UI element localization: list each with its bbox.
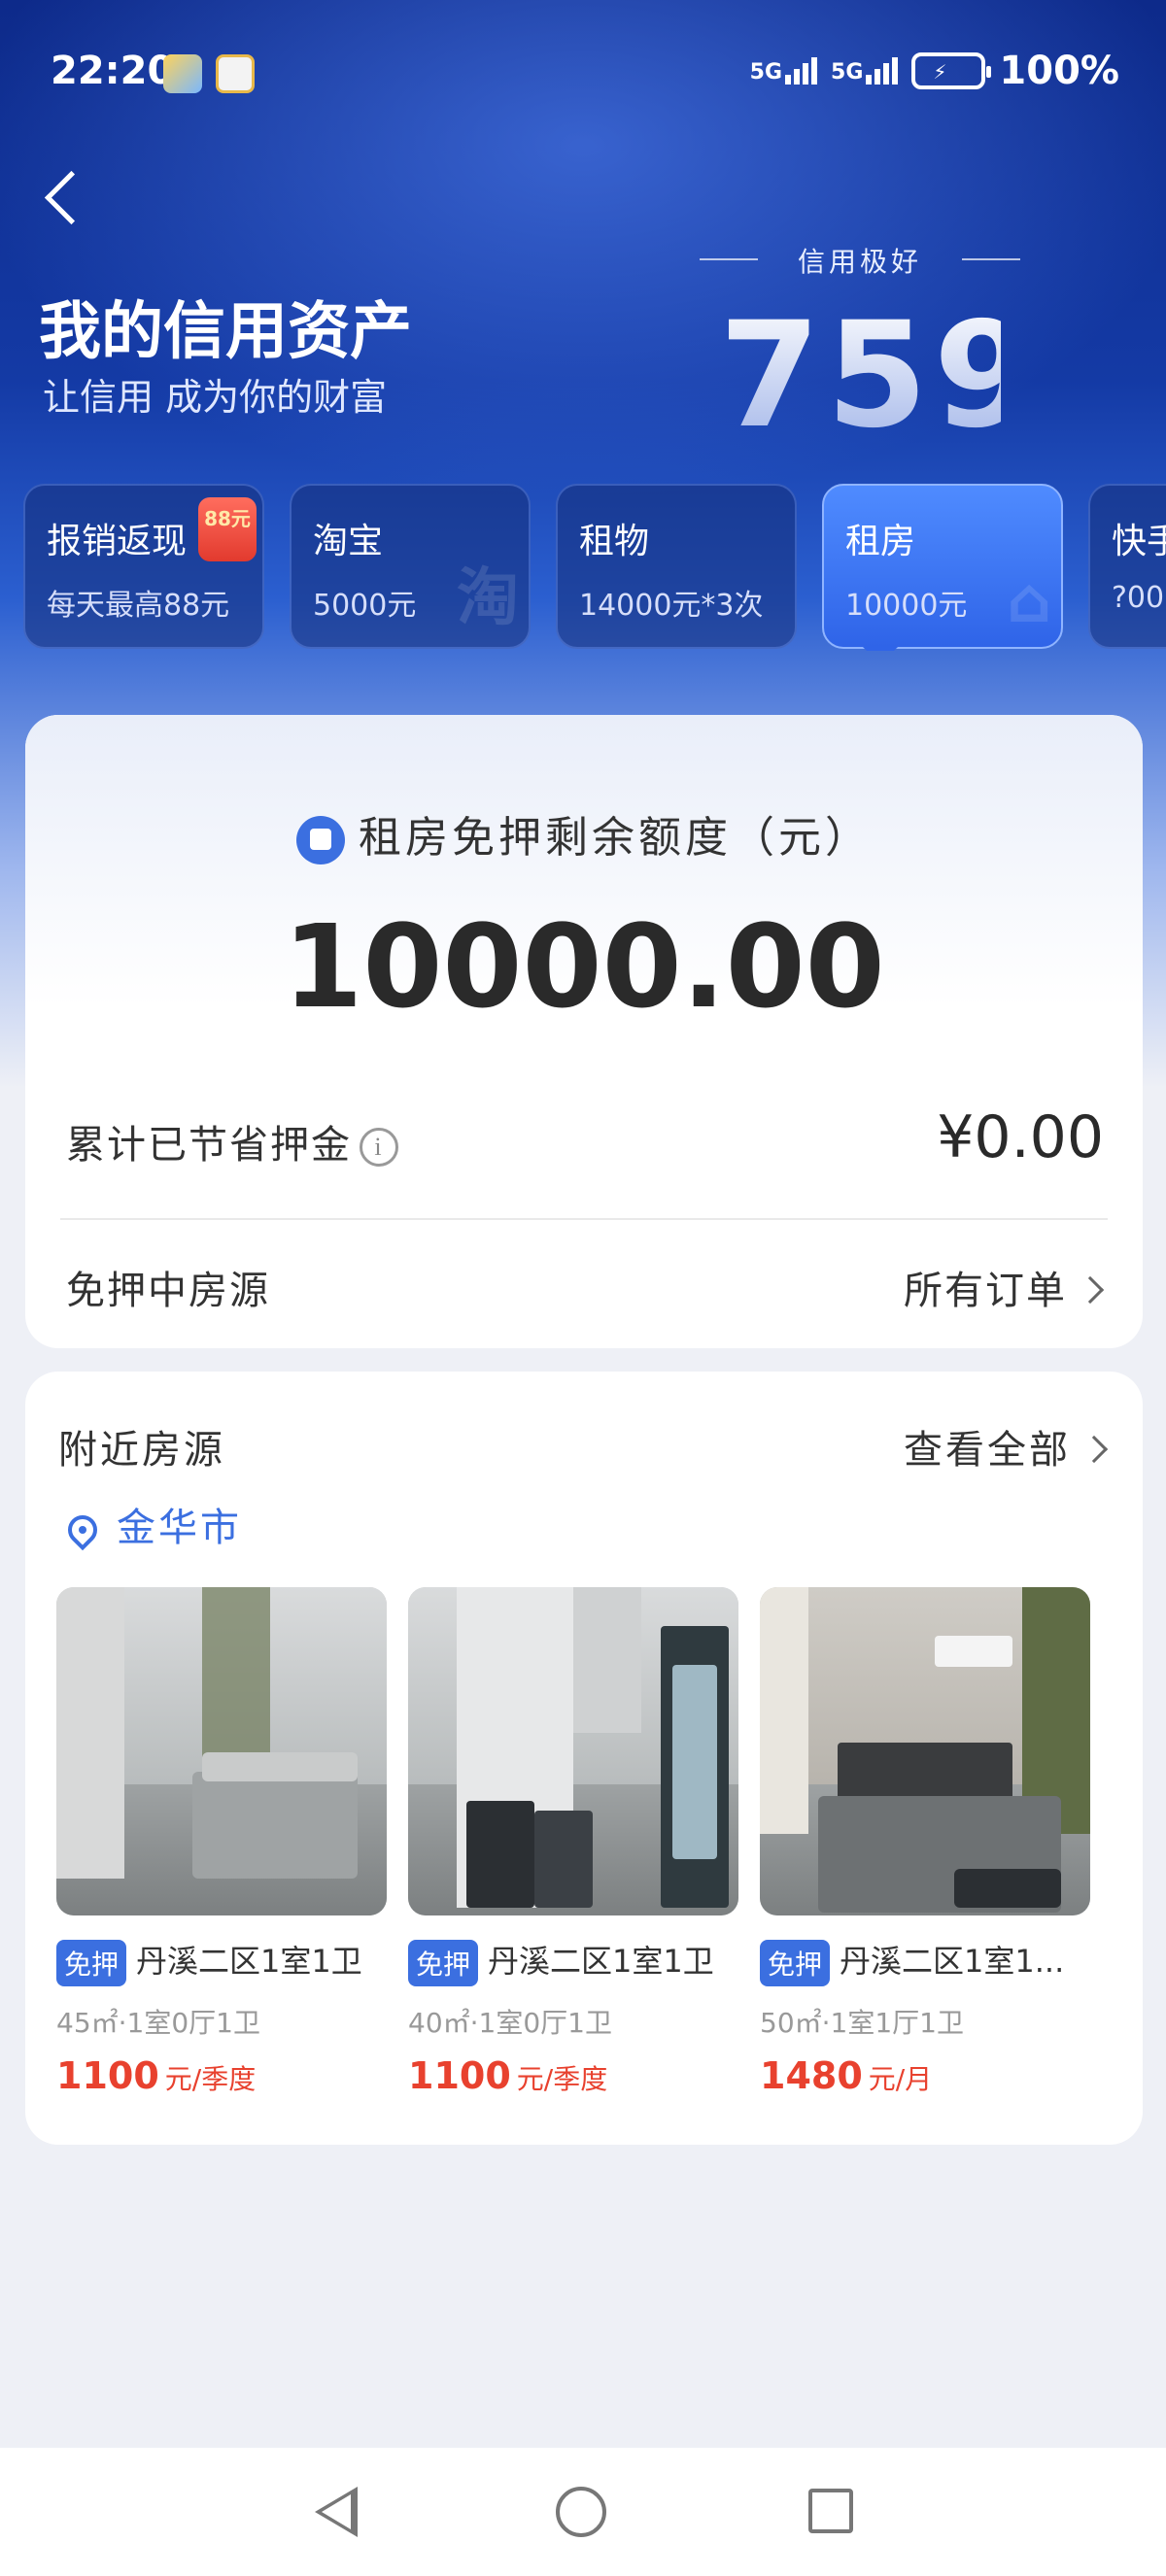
app-notification-icon [216, 54, 255, 93]
city-selector[interactable]: 金华市 [61, 1496, 242, 1552]
house-watermark-icon: ⌂ [1007, 565, 1051, 637]
tab-rent-house[interactable]: 租房 10000元 ⌂ [822, 484, 1063, 651]
listing-card[interactable]: 免押 丹溪二区1室1卫 40㎡·1室0厅1卫 1100 元/季度 [408, 1587, 738, 2097]
saved-deposit-label: 累计已节省押金 i [66, 1113, 398, 1169]
back-button[interactable] [39, 163, 97, 231]
weather-icon [163, 54, 202, 93]
deposit-free-badge: 免押 [760, 1940, 831, 1986]
page-title: 我的信用资产 [39, 296, 412, 368]
signal-icon: 5G [750, 57, 818, 85]
listing-title: 免押 丹溪二区1室1卫 [56, 1937, 387, 1986]
listing-photo [56, 1587, 387, 1915]
tab-sub: 每天最高88元 [47, 589, 230, 623]
status-time: 22:20 [51, 49, 175, 93]
tab-kuaishou[interactable]: 快手 ?000 [1088, 484, 1166, 649]
system-nav-bar [0, 2448, 1166, 2576]
listing-photo [408, 1587, 738, 1915]
nav-recents-icon[interactable] [808, 2489, 853, 2533]
tab-label: 租物 [579, 522, 650, 561]
tab-label: 淘宝 [313, 522, 384, 561]
all-orders-link[interactable]: 所有订单 [904, 1259, 1105, 1315]
view-all-link[interactable]: 查看全部 [904, 1418, 1109, 1474]
location-pin-icon [61, 1508, 104, 1551]
tab-sub: ?000 [1112, 581, 1166, 615]
asset-tabs: 报销返现 每天最高88元 88元 淘宝 5000元 淘 租物 14000元*3次… [23, 484, 1166, 651]
status-bar: 22:20 5G 5G ⚡ 100% [0, 0, 1166, 146]
listing-price: 1100 元/季度 [408, 2054, 608, 2097]
tab-sub: 10000元 [845, 589, 968, 623]
listing-price: 1100 元/季度 [56, 2054, 257, 2097]
credit-score[interactable]: 759 [719, 291, 1035, 460]
quota-card: 租房免押剩余额度（元） 10000.00 累计已节省押金 i ¥0.00 免押中房… [25, 715, 1143, 1348]
listing-price: 1480 元/月 [760, 2054, 933, 2097]
listing-photo [760, 1587, 1090, 1915]
taobao-watermark-icon: 淘 [457, 562, 519, 634]
listing-meta: 40㎡·1室0厅1卫 [408, 2007, 612, 2039]
status-right: 5G 5G ⚡ 100% [750, 49, 1119, 93]
page-subtitle: 让信用 成为你的财富 [43, 376, 388, 419]
signal-icon-2: 5G [831, 57, 899, 85]
nearby-card: 附近房源 查看全部 金华市 免押 丹溪二区1室1卫 45㎡·1室0厅1卫 1100… [25, 1372, 1143, 2145]
listing-title: 免押 丹溪二区1室1... [760, 1937, 1090, 1986]
house-icon [296, 816, 345, 864]
nearby-title: 附近房源 [58, 1428, 225, 1473]
chevron-right-icon [1080, 1435, 1109, 1464]
listing-meta: 50㎡·1室1厅1卫 [760, 2007, 964, 2039]
credit-level: 信用极好 [700, 241, 1020, 280]
listing-title: 免押 丹溪二区1室1卫 [408, 1937, 738, 1986]
deposit-free-badge: 免押 [408, 1940, 479, 1986]
nav-home-icon[interactable] [556, 2487, 606, 2537]
tab-reimburse[interactable]: 报销返现 每天最高88元 88元 [23, 484, 264, 649]
red-packet-icon: 88元 [198, 497, 257, 561]
listing-card[interactable]: 免押 丹溪二区1室1卫 45㎡·1室0厅1卫 1100 元/季度 [56, 1587, 387, 2097]
quota-amount: 10000.00 [283, 899, 885, 1034]
nav-back-icon[interactable] [309, 2487, 360, 2537]
chevron-right-icon [1076, 1275, 1105, 1305]
quota-heading: 租房免押剩余额度（元） [25, 802, 1143, 864]
battery-percent: 100% [999, 49, 1119, 93]
tab-label: 租房 [845, 522, 916, 561]
saved-deposit-value: ¥0.00 [937, 1103, 1104, 1171]
battery-icon: ⚡ [911, 52, 992, 89]
divider [60, 1218, 1108, 1220]
tab-rent-goods[interactable]: 租物 14000元*3次 [556, 484, 797, 649]
in-progress-listings: 免押中房源 [66, 1269, 270, 1313]
tab-taobao[interactable]: 淘宝 5000元 淘 [290, 484, 531, 649]
listing-meta: 45㎡·1室0厅1卫 [56, 2007, 260, 2039]
tab-sub: 5000元 [313, 589, 417, 623]
listing-card[interactable]: 免押 丹溪二区1室1... 50㎡·1室1厅1卫 1480 元/月 [760, 1587, 1090, 2097]
deposit-free-badge: 免押 [56, 1940, 127, 1986]
tab-sub: 14000元*3次 [579, 589, 764, 623]
tab-label: 快手 [1112, 522, 1166, 561]
tab-label: 报销返现 [47, 522, 188, 561]
info-icon[interactable]: i [360, 1128, 398, 1167]
